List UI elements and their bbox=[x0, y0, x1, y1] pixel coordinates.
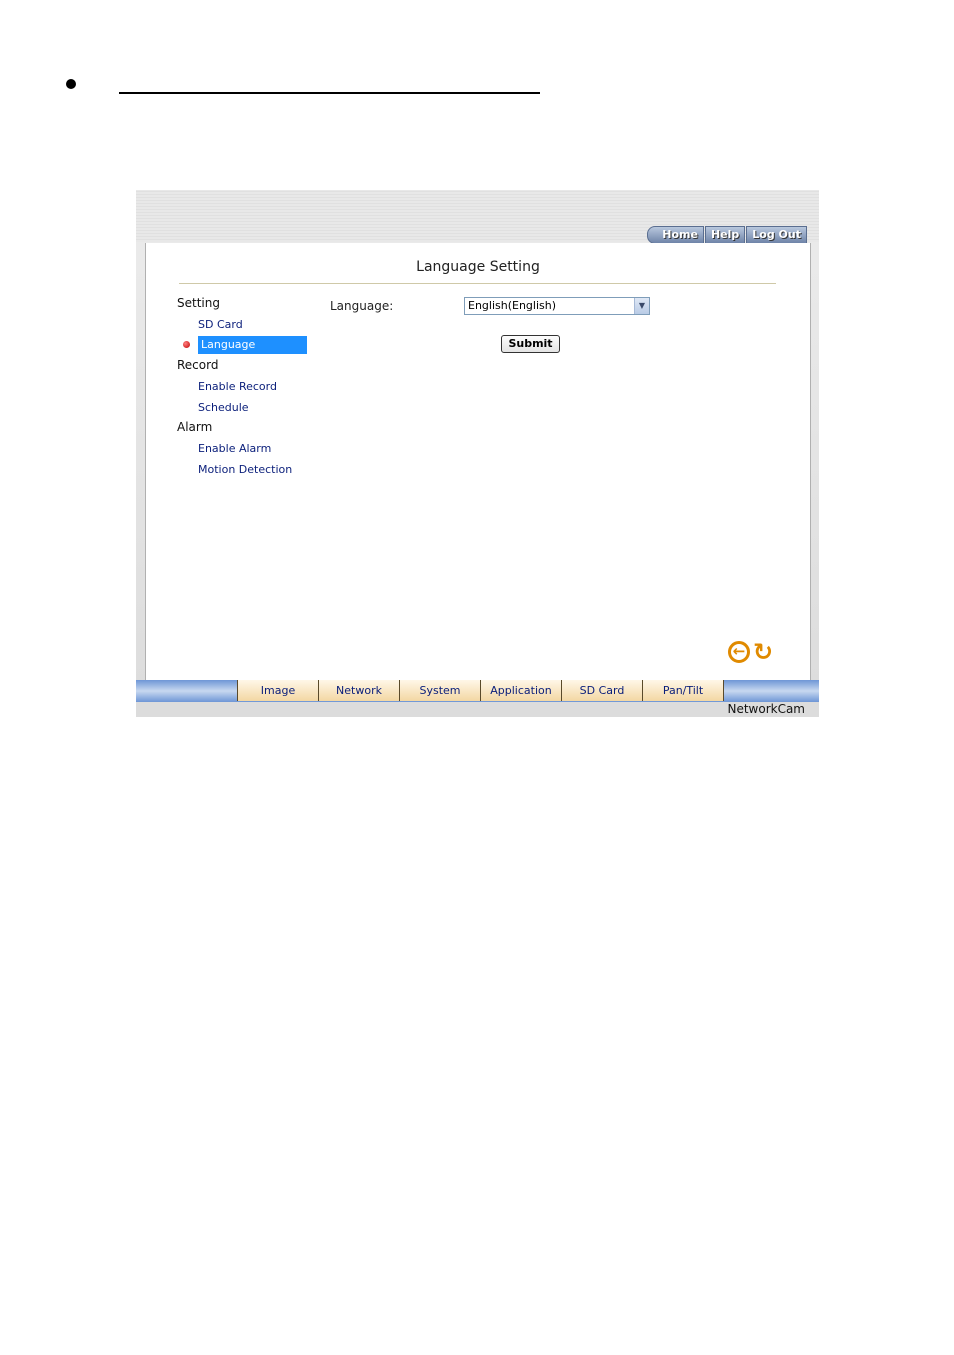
corner-controls: ← ↻ bbox=[728, 640, 774, 664]
chevron-down-icon[interactable]: ▼ bbox=[634, 298, 649, 314]
help-button[interactable]: Help bbox=[704, 226, 746, 244]
back-arrow-icon[interactable]: ← bbox=[728, 641, 750, 663]
sidebar-section-record: Record bbox=[177, 358, 219, 372]
heading-underline bbox=[119, 92, 540, 94]
logout-button[interactable]: Log Out bbox=[746, 226, 807, 244]
refresh-icon[interactable]: ↻ bbox=[752, 640, 774, 664]
language-select-value: English(English) bbox=[468, 299, 557, 312]
tab-network[interactable]: Network bbox=[318, 680, 400, 701]
title-divider bbox=[179, 283, 776, 284]
active-indicator-icon bbox=[183, 341, 190, 348]
tab-pan-tilt[interactable]: Pan/Tilt bbox=[642, 680, 724, 701]
language-label: Language: bbox=[330, 299, 394, 313]
tab-application[interactable]: Application bbox=[480, 680, 562, 701]
tab-system[interactable]: System bbox=[399, 680, 481, 701]
page-title: Language Setting bbox=[416, 259, 540, 275]
submit-button[interactable]: Submit bbox=[501, 335, 560, 353]
sidebar-item-sd-card[interactable]: SD Card bbox=[198, 318, 243, 331]
sidebar-item-enable-alarm[interactable]: Enable Alarm bbox=[198, 442, 271, 455]
sidebar-section-setting: Setting bbox=[177, 296, 220, 310]
bottom-nav-bar: Image Network System Application SD Card… bbox=[136, 680, 819, 702]
tab-sd-card[interactable]: SD Card bbox=[561, 680, 643, 701]
sidebar-item-schedule[interactable]: Schedule bbox=[198, 401, 249, 414]
top-nav: Home Help Log Out bbox=[646, 226, 807, 244]
content-panel: Language Setting Setting SD Card Languag… bbox=[145, 243, 811, 680]
sidebar-item-enable-record[interactable]: Enable Record bbox=[198, 380, 277, 393]
networkcam-window: Home Help Log Out Language Setting Setti… bbox=[136, 190, 819, 717]
sidebar-section-alarm: Alarm bbox=[177, 420, 213, 434]
home-button[interactable]: Home bbox=[647, 226, 704, 244]
bullet-dot bbox=[66, 79, 76, 89]
sidebar-item-language[interactable]: Language bbox=[198, 336, 307, 354]
tab-image[interactable]: Image bbox=[237, 680, 319, 701]
language-select[interactable]: English(English) ▼ bbox=[464, 297, 650, 315]
footer-brand: NetworkCam bbox=[727, 702, 805, 716]
bottom-tabs: Image Network System Application SD Card… bbox=[237, 680, 724, 702]
sidebar-item-motion-detection[interactable]: Motion Detection bbox=[198, 463, 292, 476]
